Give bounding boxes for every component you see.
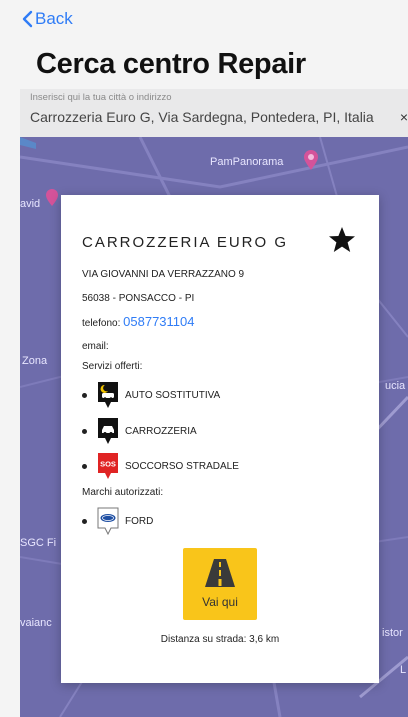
email-label: email: <box>82 341 109 352</box>
service-label: AUTO SOSTITUTIVA <box>125 389 221 401</box>
search-field[interactable]: Inserisci qui la tua città o indirizzo C… <box>20 89 408 137</box>
phone-link[interactable]: 0587731104 <box>123 314 194 329</box>
map-label-l: L <box>400 664 407 676</box>
ford-logo-icon <box>97 507 119 535</box>
brand-item: FORD <box>82 506 153 536</box>
map-label-istor: istor <box>382 627 403 639</box>
map-pin-icon[interactable] <box>45 189 59 207</box>
map-label-pampanorama: PamPanorama <box>210 156 284 168</box>
road-distance: Distanza su strada: 3,6 km <box>160 634 280 645</box>
map-label-sgc: SGC Fi <box>20 537 57 549</box>
go-here-label: Vai qui <box>202 595 238 609</box>
clear-icon[interactable]: × <box>400 109 408 125</box>
chevron-left-icon <box>22 10 33 28</box>
sos-icon: SOS <box>98 453 118 479</box>
service-item: CARROZZERIA <box>82 416 197 446</box>
bullet <box>82 518 87 524</box>
map-label-vaiano: vaianc <box>20 617 52 629</box>
courtesy-car-icon <box>98 382 118 408</box>
center-city: 56038 - PONSACCO - PI <box>82 293 195 304</box>
top-bar: Back Cerca centro Repair <box>0 0 408 88</box>
road-icon <box>205 559 235 587</box>
brands-label: Marchi autorizzati: <box>82 487 164 498</box>
brand-label: FORD <box>125 515 154 527</box>
page-title: Cerca centro Repair <box>36 48 306 80</box>
star-icon[interactable] <box>327 225 357 255</box>
bullet <box>82 463 87 469</box>
search-input[interactable]: Carrozzeria Euro G, Via Sardegna, Ponted… <box>30 109 374 125</box>
phone-label: telefono: <box>82 318 121 329</box>
map-label-zona: Zona <box>22 355 48 367</box>
services-label: Servizi offerti: <box>82 361 143 372</box>
repair-center-card: CARROZZERIA EURO G VIA GIOVANNI DA VERRA… <box>61 195 379 683</box>
map-label-avid: avid <box>20 198 41 210</box>
center-address: VIA GIOVANNI DA VERRAZZANO 9 <box>82 269 245 280</box>
map-pin-icon[interactable] <box>303 149 319 171</box>
service-item: AUTO SOSTITUTIVA <box>82 380 220 410</box>
service-label: CARROZZERIA <box>125 425 197 437</box>
search-label: Inserisci qui la tua città o indirizzo <box>30 92 172 103</box>
bullet <box>82 428 87 434</box>
service-label: SOCCORSO STRADALE <box>125 460 239 472</box>
bullet <box>82 392 87 398</box>
back-label: Back <box>35 9 73 28</box>
service-item: SOS SOCCORSO STRADALE <box>82 451 239 481</box>
map-label-ucia: ucia <box>385 380 406 392</box>
car-body-icon <box>98 418 118 444</box>
go-here-button[interactable]: Vai qui <box>183 548 257 620</box>
center-name: CARROZZERIA EURO G <box>82 234 289 251</box>
phone-row: telefono: 0587731104 <box>82 314 195 329</box>
back-button[interactable]: Back <box>22 9 73 29</box>
sos-badge-text: SOS <box>100 460 116 469</box>
